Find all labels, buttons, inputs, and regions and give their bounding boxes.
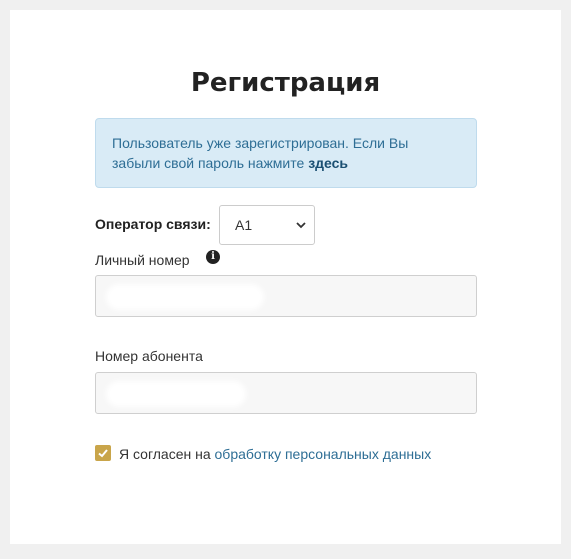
operator-select-value: A1 [235, 217, 253, 233]
redacted-value [106, 381, 246, 407]
subscriber-number-input[interactable] [95, 372, 477, 414]
consent-text: Я согласен на [119, 446, 211, 462]
check-icon [98, 449, 108, 458]
password-reset-link[interactable]: здесь [308, 155, 348, 171]
operator-label: Оператор связи: [95, 216, 211, 232]
consent-checkbox[interactable] [95, 445, 111, 461]
personal-data-link[interactable]: обработку персональных данных [215, 446, 432, 462]
alert-text: Пользователь уже зарегистрирован. Если В… [112, 135, 409, 171]
redacted-value [106, 284, 264, 310]
page-title: Регистрация [190, 68, 381, 98]
info-icon[interactable]: i [206, 250, 220, 264]
subscriber-number-label: Номер абонента [95, 348, 203, 364]
registration-card: Регистрация Пользователь уже зарегистрир… [10, 10, 561, 544]
already-registered-alert: Пользователь уже зарегистрирован. Если В… [95, 118, 477, 188]
personal-number-label: Личный номер [95, 252, 190, 268]
personal-number-input[interactable] [95, 275, 477, 317]
chevron-down-icon [296, 222, 306, 229]
operator-select[interactable]: A1 [219, 205, 315, 245]
